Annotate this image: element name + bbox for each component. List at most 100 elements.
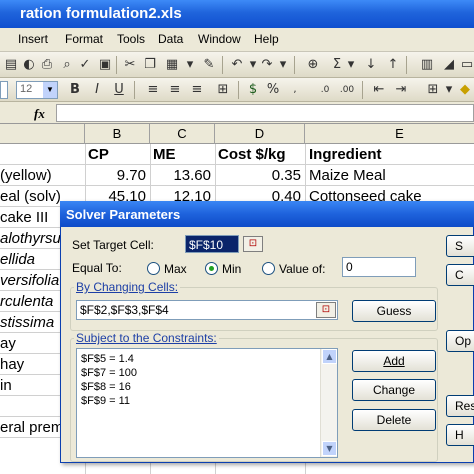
min-label[interactable]: Min xyxy=(222,262,241,276)
add-button[interactable]: Add xyxy=(352,350,436,372)
header-cost[interactable]: Cost $/kg xyxy=(218,146,286,163)
window-title: ration formulation2.xls xyxy=(20,5,182,22)
reset-all-button[interactable]: Res xyxy=(446,395,474,417)
target-cell-input[interactable]: $F$10 xyxy=(185,235,239,253)
save-icon[interactable]: ▤ xyxy=(2,56,20,74)
max-radio[interactable] xyxy=(147,262,160,275)
constraint-item[interactable]: $F$8 = 16 xyxy=(81,381,131,393)
cell-a-row9[interactable]: ay xyxy=(0,335,16,352)
constraint-item[interactable]: $F$5 = 1.4 xyxy=(81,353,134,365)
decrease-indent-icon[interactable]: ⇤ xyxy=(370,81,388,99)
merge-center-icon[interactable]: ⊞ xyxy=(214,81,232,99)
cell-a-row6[interactable]: versifolia xyxy=(0,272,59,289)
increase-indent-icon[interactable]: ⇥ xyxy=(392,81,410,99)
paste-icon[interactable]: ▦ xyxy=(163,56,181,74)
changing-cells-input[interactable]: $F$2,$F$3,$F$4 xyxy=(76,300,338,320)
print-icon[interactable]: ⎙ xyxy=(38,56,56,74)
options-button[interactable]: Op xyxy=(446,330,474,352)
scroll-up-icon[interactable]: ▲ xyxy=(322,349,337,364)
menu-tools[interactable]: Tools xyxy=(117,32,145,46)
menu-format[interactable]: Format xyxy=(65,32,103,46)
font-size-combo[interactable]: 12 ▼ xyxy=(16,81,58,99)
constraint-item[interactable]: $F$7 = 100 xyxy=(81,367,137,379)
close-button[interactable]: C xyxy=(446,264,474,286)
decrease-decimal-icon[interactable]: .00 xyxy=(338,81,356,99)
cell-a-row7[interactable]: rculenta xyxy=(0,293,53,310)
cell-e-row1[interactable]: Maize Meal xyxy=(309,167,386,184)
paste-dropdown-icon[interactable]: ▾ xyxy=(181,56,199,74)
cell-a-row13[interactable]: eral prem xyxy=(0,419,63,436)
chart-wizard-icon[interactable]: ▥ xyxy=(418,56,436,74)
cut-icon[interactable]: ✂ xyxy=(121,56,139,74)
delete-button[interactable]: Delete xyxy=(352,409,436,431)
print-preview-icon[interactable]: ⌕ xyxy=(58,56,76,74)
help-button[interactable]: H xyxy=(446,424,474,446)
cell-a-row8[interactable]: stissima xyxy=(0,314,54,331)
column-header-c[interactable]: C xyxy=(150,124,215,144)
collapse-dialog-icon[interactable]: ⊡ xyxy=(243,236,263,252)
comma-style-icon[interactable]: , xyxy=(286,81,304,99)
bold-icon[interactable]: B xyxy=(66,81,84,99)
min-radio[interactable] xyxy=(205,262,218,275)
constraints-scrollbar[interactable]: ▲ ▼ xyxy=(320,349,337,457)
value-of-label[interactable]: Value of: xyxy=(279,262,325,276)
cell-a-row5[interactable]: ellida xyxy=(0,251,35,268)
dialog-title-bar[interactable]: Solver Parameters xyxy=(60,201,474,227)
fill-color-icon[interactable]: ◆ xyxy=(456,81,474,99)
increase-decimal-icon[interactable]: .0 xyxy=(316,81,334,99)
currency-icon[interactable]: $ xyxy=(244,81,262,99)
cell-b-row1[interactable]: 9.70 xyxy=(85,167,146,184)
header-me[interactable]: ME xyxy=(153,146,176,163)
research-icon[interactable]: ▣ xyxy=(96,56,114,74)
copy-icon[interactable]: ❐ xyxy=(141,56,159,74)
column-header-e[interactable]: E xyxy=(305,124,474,144)
guess-button[interactable]: Guess xyxy=(352,300,436,322)
hyperlink-icon[interactable]: ⊕ xyxy=(304,56,322,74)
cell-a-row4[interactable]: alothyrsu xyxy=(0,230,61,247)
percent-icon[interactable]: % xyxy=(264,81,282,99)
autosum-dropdown-icon[interactable]: ▾ xyxy=(342,56,360,74)
align-right-icon[interactable]: ≡ xyxy=(188,81,206,99)
font-name-combo[interactable] xyxy=(0,81,8,99)
scroll-down-icon[interactable]: ▼ xyxy=(322,441,337,456)
chevron-down-icon[interactable]: ▼ xyxy=(43,82,57,98)
zoom-icon[interactable]: ▭ xyxy=(458,56,474,74)
header-ingredient[interactable]: Ingredient xyxy=(309,146,382,163)
column-header-b[interactable]: B xyxy=(85,124,150,144)
constraint-item[interactable]: $F$9 = 11 xyxy=(81,395,130,407)
format-painter-icon[interactable]: ✎ xyxy=(200,56,218,74)
cell-a-row2[interactable]: eal (solv) xyxy=(0,188,61,205)
italic-icon[interactable]: I xyxy=(88,81,106,99)
header-cp[interactable]: CP xyxy=(88,146,109,163)
value-of-input[interactable]: 0 xyxy=(342,257,416,277)
value-of-radio[interactable] xyxy=(262,262,275,275)
solve-button[interactable]: S xyxy=(446,235,474,257)
cell-a-row3[interactable]: cake III xyxy=(0,209,48,226)
cell-c-row1[interactable]: 13.60 xyxy=(150,167,211,184)
cell-a-row10[interactable]: hay xyxy=(0,356,24,373)
permission-icon[interactable]: ◐ xyxy=(20,56,38,74)
underline-icon[interactable]: U xyxy=(110,81,128,99)
constraints-list[interactable]: $F$5 = 1.4 $F$7 = 100 $F$8 = 16 $F$9 = 1… xyxy=(76,348,338,458)
cell-a-row11[interactable]: in xyxy=(0,377,12,394)
sort-ascending-icon[interactable]: ↓ xyxy=(362,56,380,74)
drawing-icon[interactable]: ◢ xyxy=(440,56,458,74)
menu-help[interactable]: Help xyxy=(254,32,279,46)
column-header-d[interactable]: D xyxy=(215,124,305,144)
menu-data[interactable]: Data xyxy=(158,32,183,46)
align-left-icon[interactable]: ≡ xyxy=(144,81,162,99)
menu-window[interactable]: Window xyxy=(198,32,241,46)
collapse-dialog-icon[interactable]: ⊡ xyxy=(316,302,336,318)
redo-dropdown-icon[interactable]: ▾ xyxy=(274,56,292,74)
change-button[interactable]: Change xyxy=(352,379,436,401)
formula-input[interactable] xyxy=(56,104,474,122)
fx-icon[interactable]: fx xyxy=(34,106,45,122)
menu-insert[interactable]: Insert xyxy=(18,32,48,46)
column-header-a[interactable] xyxy=(0,124,85,144)
sort-descending-icon[interactable]: ↑ xyxy=(384,56,402,74)
align-center-icon[interactable]: ≡ xyxy=(166,81,184,99)
cell-d-row1[interactable]: 0.35 xyxy=(215,167,301,184)
cell-a-row1[interactable]: (yellow) xyxy=(0,167,52,184)
max-label[interactable]: Max xyxy=(164,262,187,276)
spelling-icon[interactable]: ✓ xyxy=(76,56,94,74)
